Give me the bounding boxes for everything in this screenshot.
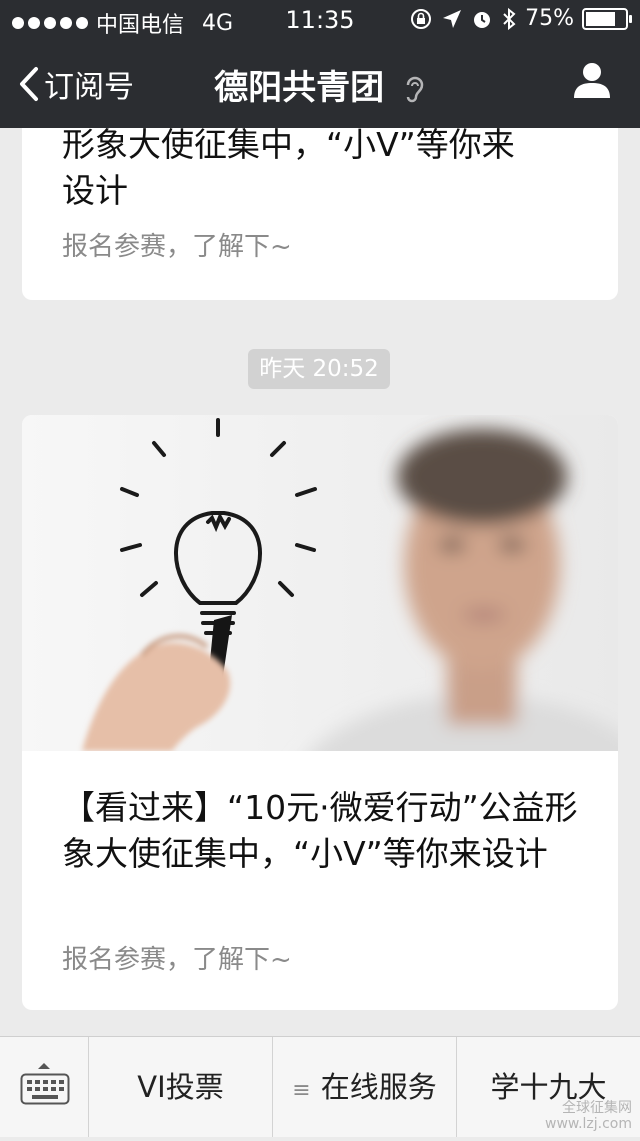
- user-icon: [574, 63, 610, 98]
- menu-item-vi-vote[interactable]: VI投票: [89, 1037, 273, 1137]
- page-title-text: 德阳共青团: [214, 68, 385, 108]
- location-arrow-icon: [443, 9, 462, 28]
- watermark-line: www.lzj.com: [545, 1116, 632, 1132]
- keyboard-icon: [20, 1073, 70, 1105]
- top-bar: 中国电信 4G 11:35 75% 订阅号 德阳共青团: [0, 0, 640, 128]
- status-bar: 中国电信 4G 11:35 75%: [0, 0, 640, 40]
- watermark-line: 全球征集网: [562, 1100, 632, 1116]
- article-summary: 报名参赛，了解下~: [62, 232, 292, 262]
- user-profile-button[interactable]: [572, 60, 612, 104]
- bottom-menu-bar: VI投票 ≡ 在线服务 学十九大: [0, 1036, 640, 1137]
- menu-item-label: VI投票: [137, 1070, 224, 1104]
- message-timestamp: 昨天 20:52: [248, 349, 390, 389]
- alarm-icon: [474, 11, 491, 28]
- bluetooth-icon: [503, 7, 516, 30]
- article-summary: 报名参赛，了解下~: [62, 945, 292, 975]
- battery-percent: 75%: [525, 6, 574, 31]
- menu-item-label: 在线服务: [320, 1070, 437, 1104]
- caret-up-icon: [38, 1063, 50, 1069]
- ear-icon: [406, 76, 424, 102]
- battery-icon: [582, 7, 632, 30]
- keyboard-toggle-button[interactable]: [0, 1037, 89, 1137]
- watermark: 全球征集网 www.lzj.com: [545, 1100, 632, 1132]
- menu-item-label: 学十九大: [490, 1070, 607, 1104]
- article-title: 形象大使征集中，“小V”等你来 设计: [62, 125, 515, 210]
- nav-bar: 订阅号 德阳共青团: [0, 40, 640, 128]
- battery-level: [586, 11, 615, 26]
- page-title: 德阳共青团: [0, 60, 640, 109]
- article-title: 【看过来】“10元·微爱行动”公益形象大使征集中，“小V”等你来设计: [62, 788, 578, 873]
- rotation-lock-icon: [411, 8, 432, 29]
- status-right: 75%: [409, 6, 632, 31]
- article-cover-image: [22, 415, 618, 751]
- article-card[interactable]: 【看过来】“10元·微爱行动”公益形象大使征集中，“小V”等你来设计 报名参赛，…: [22, 415, 618, 1010]
- menu-item-online-service[interactable]: ≡ 在线服务: [273, 1037, 457, 1137]
- submenu-lines-icon: ≡: [292, 1078, 311, 1103]
